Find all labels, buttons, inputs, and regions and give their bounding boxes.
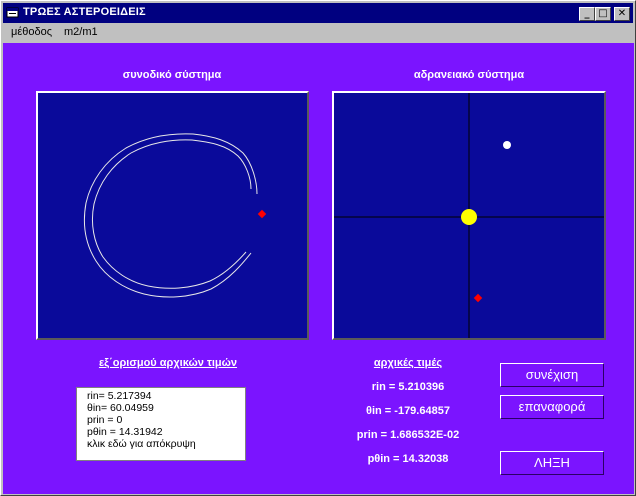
maximize-button[interactable]: □ [595,7,611,21]
synodic-panel-title: συνοδικό σύστημα [122,69,222,81]
thetain-value: θin = -179.64857 [366,405,450,417]
info-line-hide-hint: κλικ εδώ για απόκρυψη [87,438,196,450]
trajectory-outer [83,133,258,298]
sun-body [461,209,477,225]
window-title: ΤΡΩΕΣ ΑΣΤΕΡΟΕΙΔΕΙΣ [23,6,146,18]
main-window: ΤΡΩΕΣ ΑΣΤΕΡΟΕΙΔΕΙΣ _ □ ✕ μέθοδος m2/m1 σ… [0,0,636,496]
initial-values-info-box[interactable]: rin= 5.217394 θin= 60.04959 prin = 0 pθi… [76,387,246,461]
end-button[interactable]: ΛΗΞΗ [500,451,604,475]
close-button[interactable]: ✕ [614,7,630,21]
inertial-canvas [334,93,604,338]
minimize-button[interactable]: _ [579,7,595,21]
asteroid-marker-inertial [473,293,483,303]
info-line: pθin = 14.31942 [87,426,163,438]
info-line: θin= 60.04959 [87,402,154,414]
synodic-canvas [83,133,267,298]
menu-method[interactable]: μέθοδος [11,26,52,38]
app-icon [6,7,19,18]
title-bar[interactable]: ΤΡΩΕΣ ΑΣΤΕΡΟΕΙΔΕΙΣ _ □ ✕ [3,3,633,23]
info-line: rin= 5.217394 [87,390,152,402]
pthetain-value: pθin = 14.32038 [367,453,449,465]
prin-value: prin = 1.686532E-02 [356,429,460,441]
info-line: prin = 0 [87,414,123,426]
default-values-link[interactable]: εξ΄ορισμού αρχικών τιμών [63,357,273,369]
reset-button[interactable]: επαναφορά [500,395,604,419]
initial-values-title: αρχικές τιμές [373,357,443,369]
asteroid-marker-synodic [257,209,267,219]
inertial-panel-title: αδρανειακό σύστημα [413,69,525,81]
trajectory-inner [91,139,252,289]
menu-bar: μέθοδος m2/m1 [3,24,633,42]
continue-button[interactable]: συνέχιση [500,363,604,387]
inertial-plot[interactable] [332,91,606,340]
synodic-plot[interactable] [36,91,309,340]
client-area: συνοδικό σύστημα αδρανειακό σύστημα εξ΄ο… [3,43,634,494]
menu-mass-ratio[interactable]: m2/m1 [64,26,98,38]
rin-value: rin = 5.210396 [371,381,445,393]
planet-body [503,141,511,149]
